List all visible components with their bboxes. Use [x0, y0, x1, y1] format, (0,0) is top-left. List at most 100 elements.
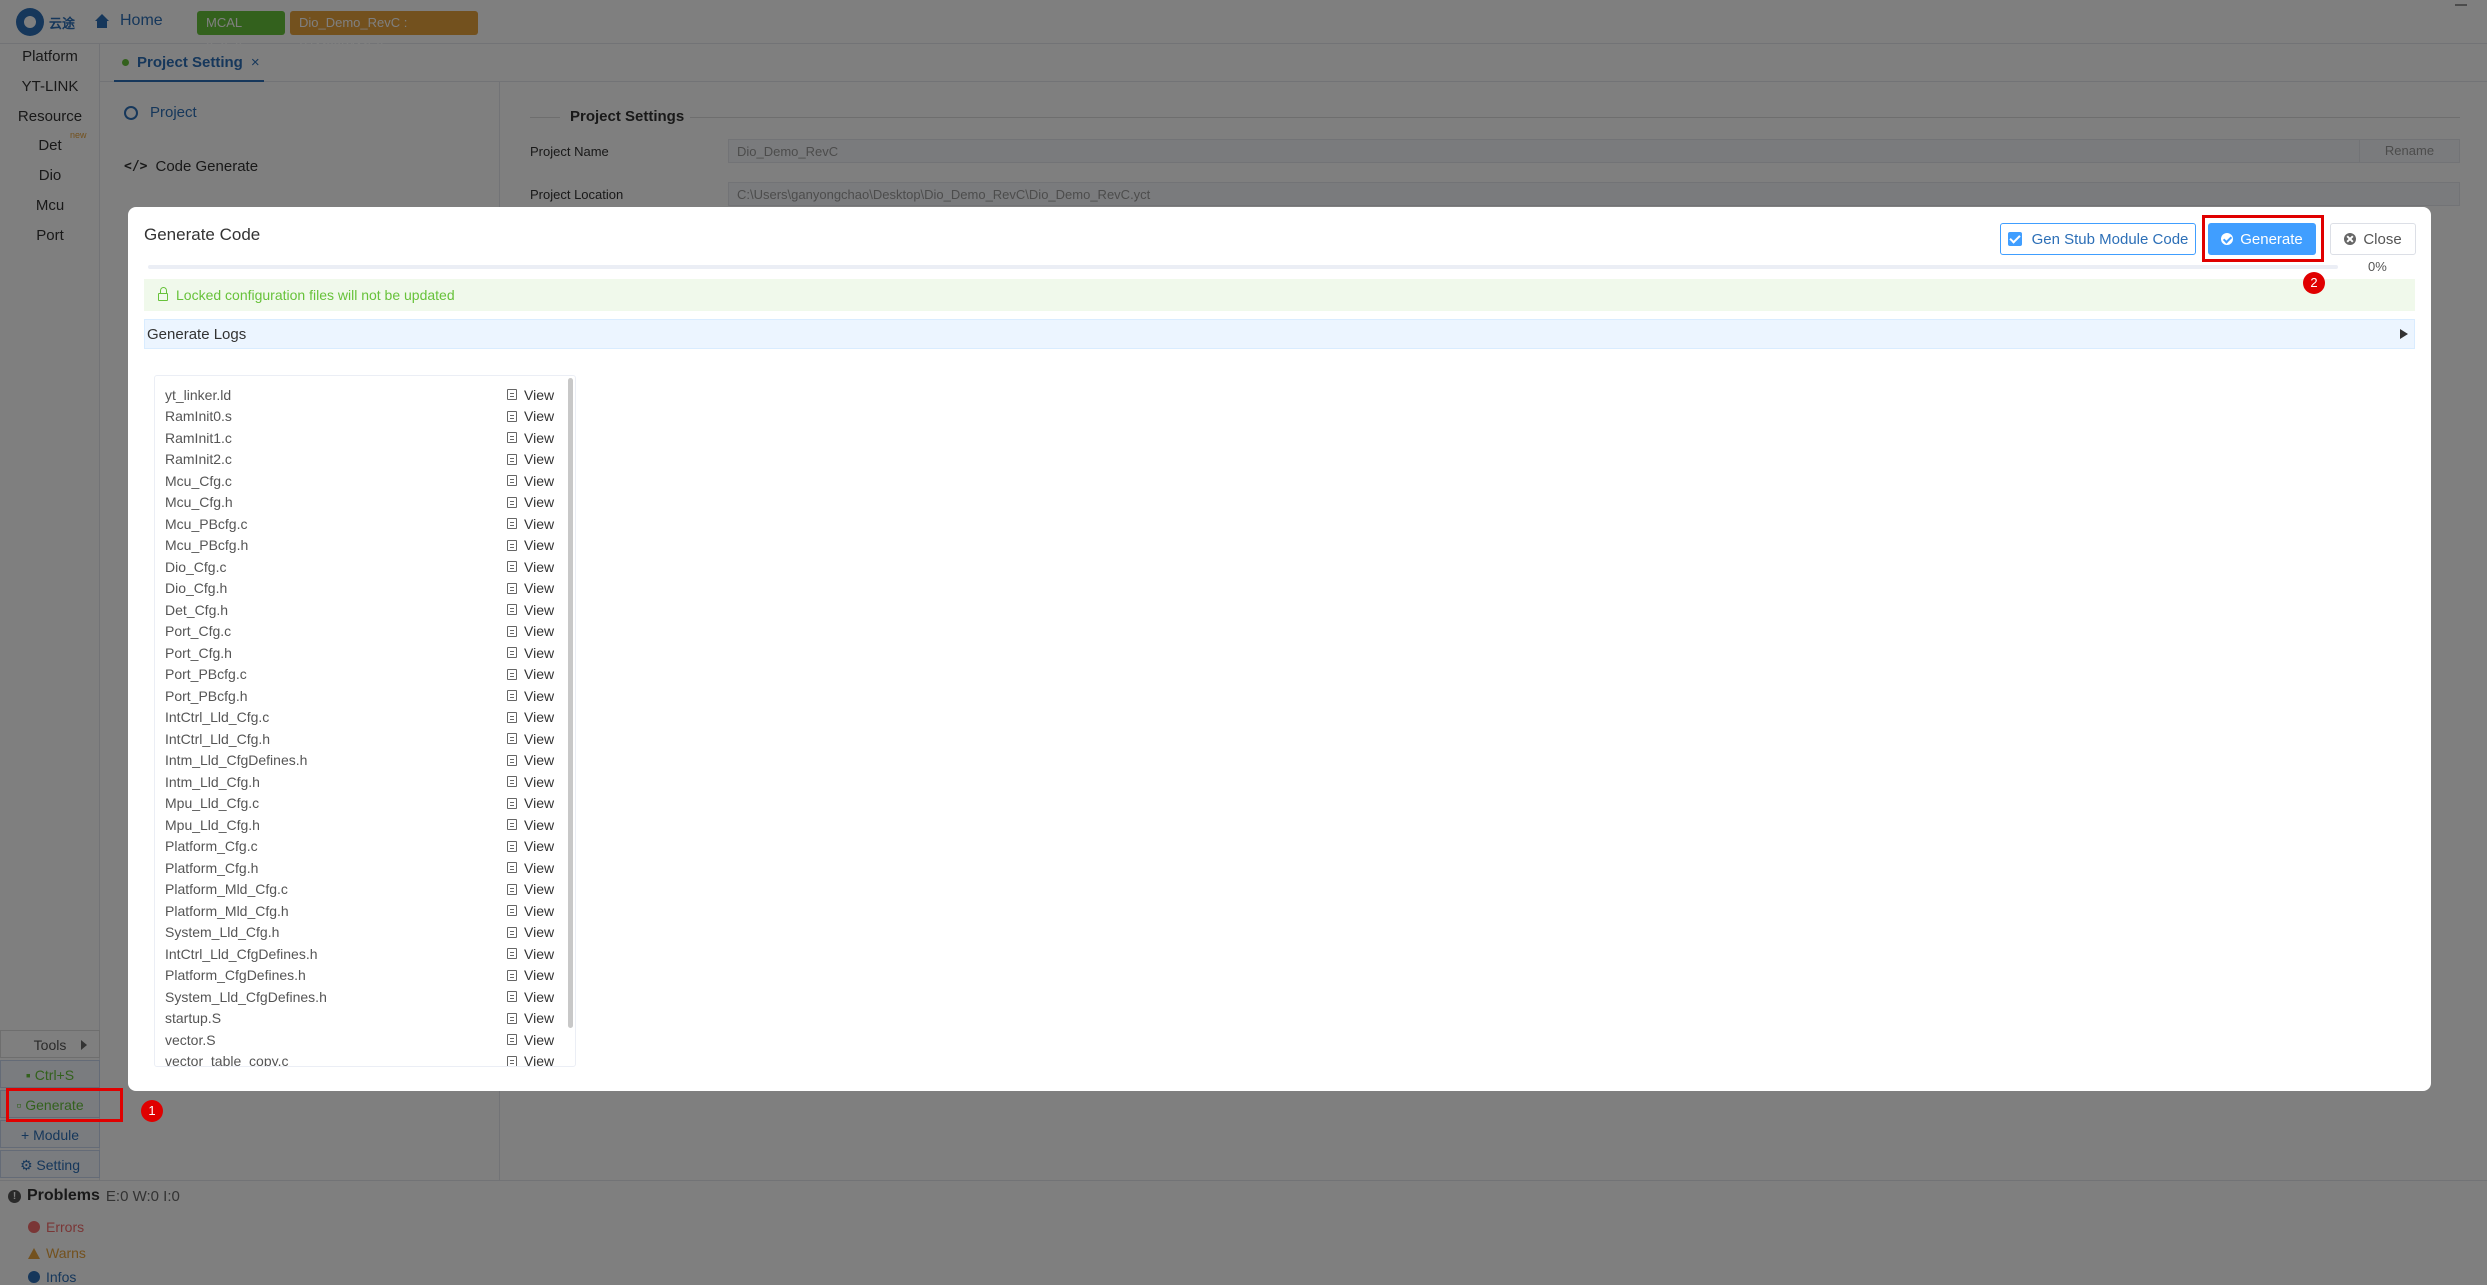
file-row: IntCtrl_Lld_Cfg.h View	[155, 728, 567, 750]
view-file-button[interactable]: View	[507, 537, 554, 553]
view-file-button[interactable]: View	[507, 688, 554, 704]
view-label: View	[524, 902, 555, 919]
file-row: System_Lld_CfgDefines.h View	[155, 986, 567, 1008]
view-label: View	[524, 644, 555, 661]
view-file-button[interactable]: View	[507, 516, 554, 532]
view-file-button[interactable]: View	[507, 559, 554, 575]
view-file-button[interactable]: View	[507, 387, 554, 403]
view-label: View	[524, 795, 555, 812]
file-row: Intm_Lld_Cfg.h View	[155, 771, 567, 793]
view-label: View	[524, 838, 555, 855]
file-row: Mcu_Cfg.c View	[155, 470, 567, 492]
gen-stub-module-code-checkbox[interactable]: Gen Stub Module Code	[2000, 223, 2196, 255]
view-label: View	[524, 709, 555, 726]
file-name: IntCtrl_Lld_Cfg.c	[165, 709, 270, 726]
view-file-button[interactable]: View	[507, 430, 554, 446]
view-file-button[interactable]: View	[507, 451, 554, 467]
document-icon	[507, 711, 517, 723]
file-name: Mpu_Lld_Cfg.h	[165, 816, 260, 833]
view-label: View	[524, 945, 555, 962]
view-file-button[interactable]: View	[507, 881, 554, 897]
document-icon	[507, 776, 517, 788]
view-file-button[interactable]: View	[507, 946, 554, 962]
view-file-button[interactable]: View	[507, 473, 554, 489]
generate-code-dialog: Generate Code Gen Stub Module Code Gener…	[128, 207, 2431, 1091]
view-label: View	[524, 730, 555, 747]
generate-logs-label: Generate Logs	[147, 325, 247, 343]
file-row: Port_Cfg.h View	[155, 642, 567, 664]
view-file-button[interactable]: View	[507, 860, 554, 876]
document-icon	[507, 625, 517, 637]
view-file-button[interactable]: View	[507, 903, 554, 919]
view-file-button[interactable]: View	[507, 817, 554, 833]
view-file-button[interactable]: View	[507, 795, 554, 811]
view-file-button[interactable]: View	[507, 408, 554, 424]
view-label: View	[524, 451, 555, 468]
view-file-button[interactable]: View	[507, 645, 554, 661]
annotation-box-generate-nav	[6, 1088, 123, 1122]
view-file-button[interactable]: View	[507, 709, 554, 725]
file-name: RamInit1.c	[165, 429, 232, 446]
view-file-button[interactable]: View	[507, 580, 554, 596]
file-name: Platform_Mld_Cfg.c	[165, 881, 288, 898]
view-file-button[interactable]: View	[507, 1010, 554, 1026]
file-row: Port_Cfg.c View	[155, 621, 567, 643]
lock-icon	[158, 287, 168, 301]
view-label: View	[524, 515, 555, 532]
view-file-button[interactable]: View	[507, 602, 554, 618]
view-label: View	[524, 1053, 555, 1067]
view-file-button[interactable]: View	[507, 838, 554, 854]
file-row: Mcu_PBcfg.c View	[155, 513, 567, 535]
view-label: View	[524, 601, 555, 618]
expand-arrow-icon	[2400, 329, 2408, 339]
view-label: View	[524, 537, 555, 554]
dialog-title: Generate Code	[144, 225, 261, 244]
file-name: vector_table_copy.c	[165, 1053, 289, 1067]
view-label: View	[524, 472, 555, 489]
document-icon	[507, 862, 517, 874]
view-file-button[interactable]: View	[507, 666, 554, 682]
file-name: System_Lld_CfgDefines.h	[165, 988, 327, 1005]
view-file-button[interactable]: View	[507, 1032, 554, 1048]
locked-files-notice: Locked configuration files will not be u…	[144, 279, 2415, 311]
file-name: Mcu_PBcfg.c	[165, 515, 248, 532]
view-file-button[interactable]: View	[507, 1053, 555, 1067]
document-icon	[507, 1012, 517, 1024]
annotation-marker-1: 1	[141, 1100, 163, 1122]
close-label: Close	[2363, 230, 2402, 248]
document-icon	[507, 733, 517, 745]
generate-logs-toggle[interactable]: Generate Logs	[144, 319, 2415, 349]
gen-stub-label: Gen Stub Module Code	[2031, 230, 2189, 248]
close-button[interactable]: Close	[2330, 223, 2416, 255]
view-label: View	[524, 881, 555, 898]
document-icon	[507, 991, 517, 1003]
view-label: View	[524, 967, 555, 984]
scrollbar[interactable]	[568, 378, 573, 1028]
document-icon	[507, 690, 517, 702]
file-name: RamInit2.c	[165, 451, 232, 468]
view-file-button[interactable]: View	[507, 989, 554, 1005]
view-file-button[interactable]: View	[507, 731, 554, 747]
file-name: RamInit0.s	[165, 408, 232, 425]
view-label: View	[524, 408, 555, 425]
view-file-button[interactable]: View	[507, 623, 554, 639]
file-row: Platform_Mld_Cfg.h View	[155, 900, 567, 922]
document-icon	[507, 668, 517, 680]
view-file-button[interactable]: View	[507, 967, 554, 983]
view-file-button[interactable]: View	[507, 494, 554, 510]
view-label: View	[524, 1031, 555, 1048]
view-file-button[interactable]: View	[507, 774, 554, 790]
document-icon	[507, 754, 517, 766]
file-name: Mcu_Cfg.c	[165, 472, 232, 489]
document-icon	[507, 905, 517, 917]
view-label: View	[524, 666, 555, 683]
file-name: startup.S	[165, 1010, 222, 1027]
file-row: Platform_Mld_Cfg.c View	[155, 879, 567, 901]
file-row: Platform_Cfg.h View	[155, 857, 567, 879]
file-name: Port_Cfg.c	[165, 623, 232, 640]
file-row: IntCtrl_Lld_Cfg.c View	[155, 707, 567, 729]
view-file-button[interactable]: View	[507, 752, 554, 768]
document-icon	[507, 561, 517, 573]
view-file-button[interactable]: View	[507, 924, 554, 940]
file-row: Platform_Cfg.c View	[155, 836, 567, 858]
